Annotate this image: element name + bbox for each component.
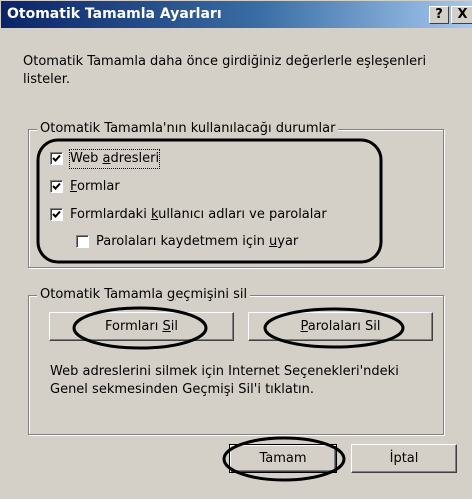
clear-passwords-button[interactable]: Parolaları Sil (248, 312, 433, 341)
checkmark-icon (52, 182, 61, 190)
history-group-legend: Otomatik Tamamla geçmişini sil (37, 287, 251, 303)
clear-forms-button[interactable]: Formları Sil (49, 312, 234, 341)
web-addresses-checkbox[interactable] (50, 152, 63, 165)
forms-checkbox[interactable] (50, 180, 63, 193)
description-text: Otomatik Tamamla daha önce girdiğiniz de… (23, 54, 427, 87)
help-button[interactable]: ? (429, 6, 449, 24)
title-bar[interactable]: Otomatik Tamamla Ayarları ? X (1, 1, 472, 28)
cancel-button[interactable]: İptal (351, 444, 457, 473)
dialog-title: Otomatik Tamamla Ayarları (7, 6, 222, 22)
ok-button[interactable]: Tamam (229, 444, 337, 473)
usernames-passwords-checkbox[interactable] (50, 208, 63, 221)
history-note: Web adreslerini silmek için Internet Seç… (50, 364, 399, 397)
usage-group-legend: Otomatik Tamamla'nın kullanılacağı durum… (37, 121, 339, 137)
autocomplete-settings-dialog: Otomatik Tamamla Ayarları ? X Otomatik T… (0, 0, 472, 499)
checkmark-icon (52, 210, 61, 218)
web-addresses-label[interactable]: Web adresleri (68, 149, 161, 169)
prompt-save-passwords-checkbox[interactable] (76, 235, 89, 248)
prompt-save-passwords-label[interactable]: Parolaları kaydetmem için uyar (96, 233, 298, 251)
usernames-passwords-label[interactable]: Formlardaki kullanıcı adları ve parolala… (70, 206, 327, 224)
close-button[interactable]: X (451, 6, 472, 24)
forms-label[interactable]: Formlar (70, 178, 120, 196)
checkmark-icon (52, 154, 61, 162)
